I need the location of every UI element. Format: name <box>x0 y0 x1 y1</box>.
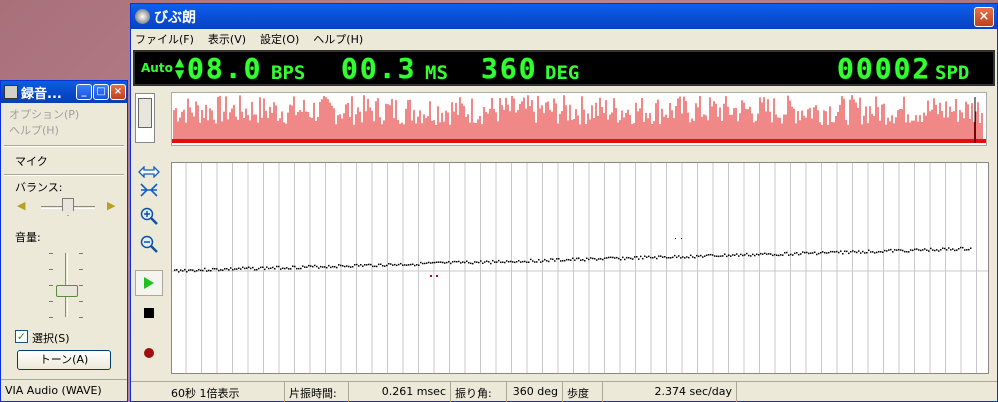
speaker-left-icon: ◀ <box>17 199 26 212</box>
menu-view[interactable]: 表示(V) <box>208 31 246 47</box>
gain-slider[interactable] <box>135 93 155 143</box>
recorder-app-icon <box>4 85 18 99</box>
window-title: びぶ朗 <box>154 9 196 26</box>
menu-bar: ファイル(F) 表示(V) 設定(O) ヘルプ(H) <box>131 29 997 48</box>
recorder-title: 録音... <box>21 86 62 102</box>
speaker-right-icon: ▶ <box>107 199 116 212</box>
led-bps-value: 08.0 <box>187 52 263 85</box>
left-toolbar <box>131 89 169 376</box>
led-bps-unit: BPS <box>271 62 306 84</box>
menu-settings[interactable]: 設定(O) <box>260 31 299 47</box>
status-half-value: 0.261 msec <box>349 382 451 402</box>
gain-slider-thumb[interactable] <box>138 98 152 128</box>
volume-label: 音量: <box>15 231 41 244</box>
fit-icon[interactable] <box>135 177 163 203</box>
main-window: びぶ朗 × ファイル(F) 表示(V) 設定(O) ヘルプ(H) Auto ▲ ▼… <box>130 3 998 402</box>
led-deg-value: 360 <box>481 52 538 85</box>
maximize-button[interactable]: □ <box>93 84 109 100</box>
device-status: VIA Audio (WAVE) <box>1 379 127 401</box>
waveform-strip <box>171 92 987 146</box>
tone-button[interactable]: トーン(A) <box>17 350 111 370</box>
stop-icon[interactable] <box>135 300 163 326</box>
led-spd-unit: SPD <box>935 62 970 84</box>
menu-options[interactable]: オプション(P) <box>9 107 119 123</box>
mode-arrows-icon[interactable]: ▲ ▼ <box>175 56 184 80</box>
rate-graph <box>171 162 989 374</box>
main-titlebar: びぶ朗 × <box>131 4 997 29</box>
recorder-titlebar: 録音... _ □ × <box>1 81 127 103</box>
select-label: 選択(S) <box>32 332 70 345</box>
close-button[interactable]: × <box>974 6 994 27</box>
source-label: マイク <box>15 155 48 168</box>
status-rate-label: 歩度 <box>563 382 603 402</box>
volume-slider-thumb[interactable] <box>56 285 78 297</box>
status-angle-label: 振り角: <box>451 382 507 402</box>
led-spd-value: 00002 <box>837 52 932 85</box>
status-view: 60秒 1倍表示 <box>131 382 285 402</box>
led-deg-unit: DEG <box>545 62 580 84</box>
balance-label: バランス: <box>15 181 63 194</box>
led-ms-unit: MS <box>425 62 448 84</box>
record-icon[interactable] <box>135 340 163 366</box>
menu-help[interactable]: ヘルプ(H) <box>313 31 363 47</box>
recorder-window: 録音... _ □ × オプション(P) ヘルプ(H) マイク バランス: ◀ … <box>0 80 128 402</box>
select-checkbox[interactable]: ✓ <box>15 330 28 343</box>
status-half-label: 片振時間: <box>285 382 349 402</box>
status-bar: 60秒 1倍表示 片振時間: 0.261 msec 振り角: 360 deg 歩… <box>131 381 997 402</box>
menu-help[interactable]: ヘルプ(H) <box>9 123 119 139</box>
led-ms-value: 00.3 <box>341 52 417 85</box>
balance-slider-thumb[interactable] <box>62 198 74 216</box>
led-display: Auto ▲ ▼ 08.0 BPS 00.3 MS 360 DEG 00002 S… <box>133 50 995 86</box>
led-mode[interactable]: Auto <box>141 61 173 75</box>
play-icon[interactable] <box>135 270 163 296</box>
status-angle-value: 360 deg <box>507 382 563 402</box>
menu-file[interactable]: ファイル(F) <box>135 31 194 47</box>
minimize-button[interactable]: _ <box>76 84 92 100</box>
close-button[interactable]: × <box>110 84 126 100</box>
zoom-out-icon[interactable] <box>135 231 163 257</box>
zoom-in-icon[interactable] <box>135 203 163 229</box>
app-icon <box>135 9 150 24</box>
status-rate-value: 2.374 sec/day <box>603 382 737 402</box>
